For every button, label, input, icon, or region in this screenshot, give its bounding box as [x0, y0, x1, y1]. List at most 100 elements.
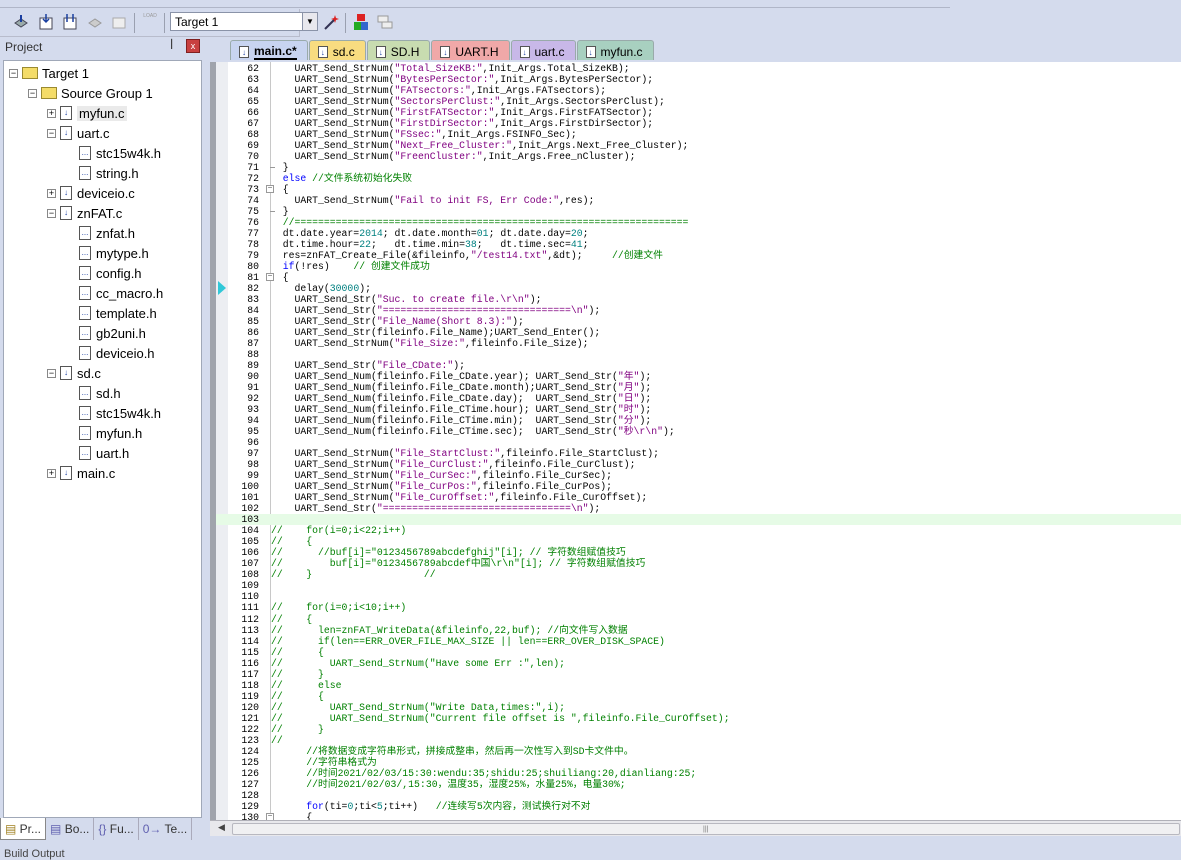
code-line[interactable]: 76 //===================================… [216, 217, 1181, 228]
code-line[interactable]: 110 [216, 591, 1181, 602]
manage-components-icon[interactable] [352, 13, 370, 31]
tree-item[interactable]: ... template.h [66, 304, 157, 322]
editor-tab[interactable]: ↓ UART.H [431, 40, 510, 60]
collapse-icon[interactable]: − [9, 68, 18, 78]
code-line[interactable]: 96 [216, 437, 1181, 448]
code-line[interactable]: 102 UART_Send_Str("=====================… [216, 503, 1181, 514]
code-editor[interactable]: 62 UART_Send_StrNum("Total_SizeKB:",Init… [210, 62, 1181, 820]
code-line[interactable]: 114 // if(len==ERR_OVER_FILE_MAX_SIZE || … [216, 636, 1181, 647]
tree-item[interactable]: + ↓ myfun.c [47, 104, 127, 122]
close-icon[interactable]: x [186, 39, 200, 53]
target-options-icon[interactable] [322, 13, 340, 31]
code-line[interactable]: 84 UART_Send_Str("======================… [216, 305, 1181, 316]
code-line[interactable]: 63 UART_Send_StrNum("BytesPerSector:",In… [216, 74, 1181, 85]
code-line[interactable]: 66 UART_Send_StrNum("FirstFATSector:",In… [216, 107, 1181, 118]
code-line[interactable]: 122 // } [216, 724, 1181, 735]
code-line[interactable]: 79 res=znFAT_Create_File(&fileinfo,"/tes… [216, 250, 1181, 261]
code-line[interactable]: 116 // UART_Send_StrNum("Have some Err :"… [216, 658, 1181, 669]
code-line[interactable]: 64 UART_Send_StrNum("FATsectors:",Init_A… [216, 85, 1181, 96]
code-line[interactable]: 67 UART_Send_StrNum("FirstDirSector:",In… [216, 118, 1181, 129]
code-line[interactable]: 62 UART_Send_StrNum("Total_SizeKB:",Init… [216, 63, 1181, 74]
tree-item[interactable]: ... stc15w4k.h [66, 144, 161, 162]
tree-item[interactable]: − ↓ znFAT.c [47, 204, 122, 222]
tree-item[interactable]: ... stc15w4k.h [66, 404, 161, 422]
code-line[interactable]: 73− { [216, 184, 1181, 195]
tree-item[interactable]: ... string.h [66, 164, 139, 182]
collapse-icon[interactable]: − [28, 88, 37, 98]
code-line[interactable]: 125 //字符串格式为 [216, 757, 1181, 768]
code-line[interactable]: 95 UART_Send_Num(fileinfo.File_CTime.sec… [216, 426, 1181, 437]
code-line[interactable]: 88 [216, 349, 1181, 360]
code-line[interactable]: 108 // } // [216, 569, 1181, 580]
horizontal-scrollbar[interactable]: ◀ ||| [210, 820, 1181, 836]
code-line[interactable]: 70 UART_Send_StrNum("FreenCluster:",Init… [216, 151, 1181, 162]
editor-tab[interactable]: ↓ myfun.c [576, 40, 654, 60]
tree-item[interactable]: + ↓ deviceio.c [47, 184, 135, 202]
pin-icon[interactable]: ꟾ [170, 39, 173, 52]
code-line[interactable]: 86 UART_Send_Str(fileinfo.File_Name);UAR… [216, 327, 1181, 338]
translate-icon[interactable] [12, 13, 30, 31]
code-line[interactable]: 74 UART_Send_StrNum("Fail to init FS, Er… [216, 195, 1181, 206]
tree-item[interactable]: ... config.h [66, 264, 142, 282]
code-line[interactable]: 106 // //buf[i]="0123456789abcdefghij"[i]… [216, 547, 1181, 558]
code-line[interactable]: 124 //将数据变成字符串形式，拼接成整串，然后再一次性写入到SD卡文件中。 [216, 746, 1181, 757]
code-line[interactable]: 129 for(ti=0;ti<5;ti++) //连续写5次内容，测试换行对不… [216, 801, 1181, 812]
code-line[interactable]: 121 // UART_Send_StrNum("Current file off… [216, 713, 1181, 724]
code-line[interactable]: 107 // buf[i]="0123456789abcdef中国\r\n"[i]… [216, 558, 1181, 569]
code-line[interactable]: 83 UART_Send_Str("Suc. to create file.\r… [216, 294, 1181, 305]
target-select[interactable]: Target 1 ▼ [170, 12, 318, 31]
code-line[interactable]: 87 UART_Send_StrNum("File_Size:",fileinf… [216, 338, 1181, 349]
code-line[interactable]: 81− { [216, 272, 1181, 283]
code-line[interactable]: 127 //时间2021/02/03/,15:30，温度35，湿度25%，水量2… [216, 779, 1181, 790]
code-line[interactable]: 103 [216, 514, 1181, 526]
code-line[interactable]: 92 UART_Send_Num(fileinfo.File_CDate.day… [216, 393, 1181, 404]
panel-tab[interactable]: 0→ Te... [139, 818, 193, 840]
code-line[interactable]: 126 //时间2021/02/03/15:30:wendu:35;shidu:… [216, 768, 1181, 779]
editor-tab[interactable]: ↓ sd.c [308, 40, 366, 60]
tree-item[interactable]: ... znfat.h [66, 224, 135, 242]
build-icon[interactable] [37, 13, 55, 31]
code-line[interactable]: 91 UART_Send_Num(fileinfo.File_CDate.mon… [216, 382, 1181, 393]
code-line[interactable]: 89 UART_Send_Str("File_CDate:"); [216, 360, 1181, 371]
tree-item[interactable]: − ↓ sd.c [47, 364, 101, 382]
code-line[interactable]: 65 UART_Send_StrNum("SectorsPerClust:",I… [216, 96, 1181, 107]
tree-item[interactable]: ... deviceio.h [66, 344, 155, 362]
code-line[interactable]: 90 UART_Send_Num(fileinfo.File_CDate.yea… [216, 371, 1181, 382]
collapse-icon[interactable]: − [47, 368, 56, 378]
code-line[interactable]: 69 UART_Send_StrNum("Next_Free_Cluster:"… [216, 140, 1181, 151]
panel-tab[interactable]: ▤ Bo... [46, 818, 95, 840]
panel-tab[interactable]: ▤ Pr... [0, 818, 47, 840]
code-line[interactable]: 120 // UART_Send_StrNum("Write Data,times… [216, 702, 1181, 713]
collapse-icon[interactable]: − [47, 128, 56, 138]
code-line[interactable]: 98 UART_Send_StrNum("File_CurClust:",fil… [216, 459, 1181, 470]
code-line[interactable]: 111 // for(i=0;i<10;i++) [216, 602, 1181, 613]
code-line[interactable]: 113 // len=znFAT_WriteData(&fileinfo,22,b… [216, 625, 1181, 636]
code-line[interactable]: 78 dt.time.hour=22; dt.time.min=38; dt.t… [216, 239, 1181, 250]
code-line[interactable]: 119 // { [216, 691, 1181, 702]
code-line[interactable]: 77 dt.date.year=2014; dt.date.month=01; … [216, 228, 1181, 239]
scrollbar-thumb[interactable]: ||| [232, 823, 1180, 835]
editor-tab[interactable]: ↓ SD.H [366, 40, 431, 60]
collapse-icon[interactable]: − [47, 208, 56, 218]
code-line[interactable]: 115 // { [216, 647, 1181, 658]
tree-item[interactable]: ... sd.h [66, 384, 121, 402]
code-line[interactable]: 117 // } [216, 669, 1181, 680]
rebuild-icon[interactable] [61, 13, 79, 31]
code-line[interactable]: 109 [216, 580, 1181, 591]
tree-item[interactable]: − ↓ uart.c [47, 124, 110, 142]
code-line[interactable]: 75 } [216, 206, 1181, 217]
code-line[interactable]: 123 // [216, 735, 1181, 746]
code-line[interactable]: 97 UART_Send_StrNum("File_StartClust:",f… [216, 448, 1181, 459]
tree-item[interactable]: ... mytype.h [66, 244, 149, 262]
chevron-down-icon[interactable]: ▼ [302, 13, 317, 30]
code-line[interactable]: 94 UART_Send_Num(fileinfo.File_CTime.min… [216, 415, 1181, 426]
tree-item[interactable]: ... myfun.h [66, 424, 142, 442]
code-line[interactable]: 71 } [216, 162, 1181, 173]
code-line[interactable]: 99 UART_Send_StrNum("File_CurSec:",filei… [216, 470, 1181, 481]
editor-tab[interactable]: ↓ uart.c [510, 40, 576, 60]
code-line[interactable]: 100 UART_Send_StrNum("File_CurPos:",file… [216, 481, 1181, 492]
tree-item[interactable]: − Target 1 [9, 64, 89, 82]
tree-item[interactable]: − Source Group 1 [28, 84, 153, 102]
expand-icon[interactable]: + [47, 468, 56, 478]
code-line[interactable]: 80 if(!res) // 创建文件成功 [216, 261, 1181, 272]
